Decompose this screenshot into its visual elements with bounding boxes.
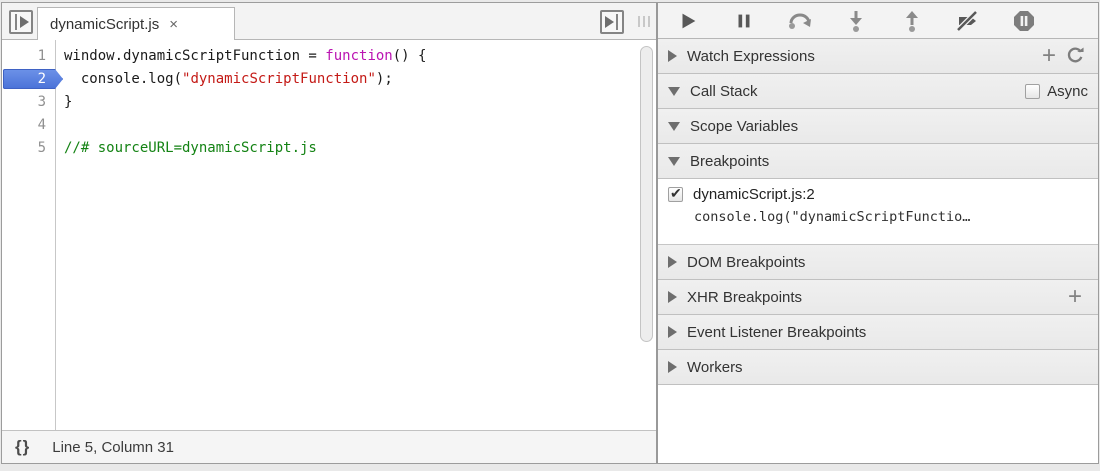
show-debugger-sidebar-icon[interactable]: [600, 10, 624, 34]
step-out-button[interactable]: [884, 6, 940, 36]
navigator-icon-triangle: [20, 16, 29, 28]
pause-icon: [733, 10, 755, 32]
collapsed-triangle-icon: [668, 291, 677, 303]
section-breakpoints[interactable]: Breakpoints: [658, 144, 1098, 179]
editor-statusbar: {} Line 5, Column 31: [2, 430, 656, 463]
section-label: Breakpoints: [690, 153, 1088, 170]
panel-resize-grip[interactable]: [638, 16, 650, 27]
code-line[interactable]: window.dynamicScriptFunction = function(…: [64, 45, 656, 68]
breakpoint-enabled-checkbox[interactable]: [668, 187, 683, 202]
step-out-icon: [901, 9, 923, 33]
line-number-gutter[interactable]: 12345: [2, 40, 56, 430]
code-content[interactable]: window.dynamicScriptFunction = function(…: [56, 40, 656, 430]
step-over-icon: [787, 10, 813, 32]
step-into-icon: [845, 9, 867, 33]
code-line[interactable]: console.log("dynamicScriptFunction");: [64, 68, 656, 91]
caret-position-label: Line 5, Column 31: [52, 439, 174, 456]
section-label: XHR Breakpoints: [687, 289, 1062, 306]
scrollbar-thumb[interactable]: [640, 46, 653, 342]
code-line[interactable]: [64, 114, 656, 137]
step-over-button[interactable]: [772, 6, 828, 36]
section-call-stack[interactable]: Call Stack Async: [658, 74, 1098, 109]
show-navigator-icon[interactable]: [9, 10, 33, 34]
code-line[interactable]: //# sourceURL=dynamicScript.js: [64, 137, 656, 160]
add-watch-expression-button[interactable]: +: [1036, 43, 1062, 69]
breakpoint-entry[interactable]: dynamicScript.js:2 console.log("dynamicS…: [658, 179, 1098, 245]
section-dom-breakpoints[interactable]: DOM Breakpoints: [658, 245, 1098, 280]
pause-on-exceptions-button[interactable]: [996, 6, 1052, 36]
step-into-button[interactable]: [828, 6, 884, 36]
navigator-icon-bar: [15, 14, 17, 30]
debugger-sidebar: Watch Expressions + Call Stack Async: [658, 3, 1098, 463]
debugger-toolbar: [658, 3, 1098, 39]
tab-close-icon[interactable]: ×: [169, 17, 178, 32]
section-watch-expressions[interactable]: Watch Expressions +: [658, 39, 1098, 74]
expanded-triangle-icon: [668, 87, 680, 96]
tab-title: dynamicScript.js: [50, 16, 159, 33]
section-label: Watch Expressions: [687, 48, 1036, 65]
collapsed-triangle-icon: [668, 361, 677, 373]
pause-button[interactable]: [716, 6, 772, 36]
sidebar-icon-bar: [616, 14, 618, 30]
file-tabbar: dynamicScript.js ×: [2, 3, 656, 40]
line-number[interactable]: 4: [2, 114, 55, 137]
expanded-triangle-icon: [668, 122, 680, 131]
collapsed-triangle-icon: [668, 326, 677, 338]
sidebar-empty-area: [658, 385, 1098, 463]
collapsed-triangle-icon: [668, 256, 677, 268]
resume-icon: [677, 10, 699, 32]
section-label: Event Listener Breakpoints: [687, 324, 1088, 341]
section-workers[interactable]: Workers: [658, 350, 1098, 385]
section-label: DOM Breakpoints: [687, 254, 1088, 271]
section-xhr-breakpoints[interactable]: XHR Breakpoints +: [658, 280, 1098, 315]
deactivate-breakpoints-button[interactable]: [940, 6, 996, 36]
async-checkbox-label: Async: [1047, 83, 1088, 100]
plus-icon: +: [1042, 44, 1056, 68]
line-number[interactable]: 5: [2, 137, 55, 160]
devtools-sources-panel: dynamicScript.js × 12345 window.dynamicS…: [0, 0, 1100, 471]
refresh-icon: [1066, 47, 1084, 65]
line-number[interactable]: 3: [2, 91, 55, 114]
devtools-window: dynamicScript.js × 12345 window.dynamicS…: [1, 2, 1099, 464]
plus-icon: +: [1068, 285, 1082, 309]
section-event-listener-breakpoints[interactable]: Event Listener Breakpoints: [658, 315, 1098, 350]
breakpoint-code-snippet: console.log("dynamicScriptFunctio…: [694, 209, 1090, 225]
deactivate-breakpoints-icon: [956, 9, 980, 33]
breakpoint-location-label[interactable]: dynamicScript.js:2: [693, 186, 815, 203]
pretty-print-icon[interactable]: {}: [15, 437, 30, 457]
resume-button[interactable]: [660, 6, 716, 36]
expanded-triangle-icon: [668, 157, 680, 166]
section-label: Scope Variables: [690, 118, 1088, 135]
refresh-watch-expressions-button[interactable]: [1062, 43, 1088, 69]
line-number[interactable]: 1: [2, 45, 55, 68]
section-label: Workers: [687, 359, 1088, 376]
async-checkbox[interactable]: [1025, 84, 1040, 99]
editor-panel: dynamicScript.js × 12345 window.dynamicS…: [2, 3, 658, 463]
tab-dynamicscript[interactable]: dynamicScript.js ×: [37, 7, 235, 40]
section-label: Call Stack: [690, 83, 1025, 100]
collapsed-triangle-icon: [668, 50, 677, 62]
breakpoint-marker-line-2[interactable]: 2: [2, 68, 55, 91]
code-line[interactable]: }: [64, 91, 656, 114]
code-editor[interactable]: 12345 window.dynamicScriptFunction = fun…: [2, 40, 656, 430]
pause-on-exceptions-icon: [1012, 9, 1036, 33]
section-scope-variables[interactable]: Scope Variables: [658, 109, 1098, 144]
breakpoint-entry-header: dynamicScript.js:2: [668, 186, 1090, 203]
editor-scrollbar[interactable]: [640, 46, 654, 426]
sidebar-icon-triangle: [605, 16, 614, 28]
add-xhr-breakpoint-button[interactable]: +: [1062, 284, 1088, 310]
